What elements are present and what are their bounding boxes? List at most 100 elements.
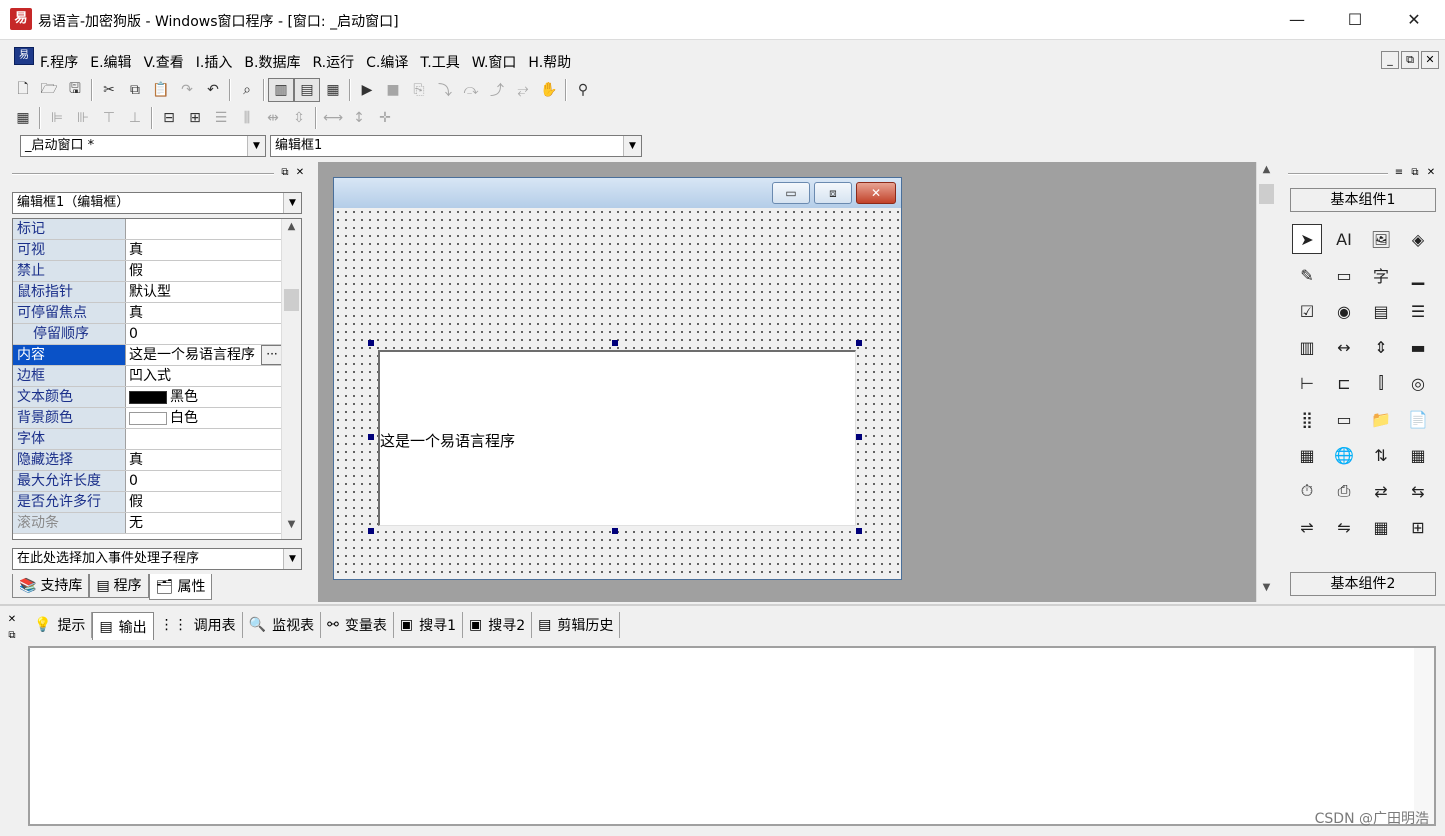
- chevron-down-icon[interactable]: ▼: [623, 136, 641, 156]
- save-icon[interactable]: 🖫: [62, 78, 88, 102]
- resize-handle[interactable]: [368, 528, 374, 534]
- step-into-icon[interactable]: ⤵: [432, 78, 458, 102]
- mdi-restore-button[interactable]: ⧉: [1401, 51, 1419, 69]
- client-icon[interactable]: ⇄: [1366, 476, 1396, 506]
- scroll-up-icon[interactable]: ▲: [1257, 164, 1276, 182]
- height-icon[interactable]: ↕: [346, 106, 372, 130]
- color-icon[interactable]: ▦: [1292, 440, 1322, 470]
- editbox-component[interactable]: 这是一个易语言程序: [378, 350, 856, 526]
- resize-handle[interactable]: [612, 528, 618, 534]
- step-out-icon[interactable]: ⤴: [484, 78, 510, 102]
- property-row[interactable]: 背景颜色 白色: [13, 408, 283, 429]
- property-value[interactable]: 假: [129, 261, 281, 281]
- chevron-down-icon[interactable]: ▼: [283, 193, 301, 213]
- vscroll-icon[interactable]: ⇕: [1366, 332, 1396, 362]
- progress-icon[interactable]: ▬: [1403, 332, 1433, 362]
- size-icon[interactable]: ✛: [372, 106, 398, 130]
- property-row[interactable]: 停留顺序 0: [13, 324, 283, 345]
- server-icon[interactable]: ⇆: [1403, 476, 1433, 506]
- globe-icon[interactable]: 🌐: [1329, 440, 1359, 470]
- tab-program[interactable]: ▤ 程序: [89, 574, 149, 598]
- design-scrollbar[interactable]: ▲ ▼: [1256, 162, 1276, 602]
- maximize-button[interactable]: ☐: [1326, 0, 1384, 40]
- panel-grip[interactable]: [1288, 173, 1388, 175]
- property-value[interactable]: 无: [129, 513, 281, 533]
- tab-output[interactable]: ▤ 输出: [92, 612, 154, 640]
- tab-watch[interactable]: 🔍 监视表: [243, 612, 322, 638]
- groupbox-icon[interactable]: ▭: [1329, 260, 1359, 290]
- output-text-area[interactable]: [28, 646, 1436, 826]
- property-row[interactable]: 最大允许长度 0: [13, 471, 283, 492]
- run-icon[interactable]: ▶: [354, 78, 380, 102]
- property-value[interactable]: 真: [129, 303, 281, 323]
- menu-tools[interactable]: T.工具: [420, 52, 459, 72]
- port-icon[interactable]: ⇌: [1292, 512, 1322, 542]
- split-icon[interactable]: ⊞: [1403, 512, 1433, 542]
- panel-close-icon[interactable]: ✕: [293, 166, 307, 180]
- resize-handle[interactable]: [612, 340, 618, 346]
- panel-restore-icon[interactable]: ⧉: [1408, 166, 1422, 180]
- property-value[interactable]: 默认型: [129, 282, 281, 302]
- undo-icon[interactable]: ↶: [200, 78, 226, 102]
- panel-close-icon[interactable]: ✕: [1424, 166, 1438, 180]
- step-icon[interactable]: ⎘: [406, 78, 432, 102]
- scroll-thumb[interactable]: [1259, 184, 1274, 204]
- tab-hint[interactable]: 💡 提示: [28, 612, 93, 638]
- same-width-icon[interactable]: ⇹: [260, 106, 286, 130]
- property-value[interactable]: [129, 429, 281, 449]
- same-height-icon[interactable]: ⇳: [286, 106, 312, 130]
- scroll-down-icon[interactable]: ▼: [1257, 582, 1276, 600]
- center-horizontal-icon[interactable]: ⊟: [156, 106, 182, 130]
- cut-icon[interactable]: ✂: [96, 78, 122, 102]
- menu-help[interactable]: H.帮助: [528, 52, 571, 72]
- close-button[interactable]: ✕: [1385, 0, 1443, 40]
- checkbox-icon[interactable]: ☑: [1292, 296, 1322, 326]
- pane-restore-icon[interactable]: ⧉: [6, 630, 18, 642]
- property-value[interactable]: 假: [129, 492, 281, 512]
- mdi-minimize-button[interactable]: _: [1381, 51, 1399, 69]
- list-icon[interactable]: ▥: [1292, 332, 1322, 362]
- layout-left-icon[interactable]: ▥: [268, 78, 294, 102]
- property-row[interactable]: 文本颜色 黑色: [13, 387, 283, 408]
- resize-handle[interactable]: [856, 434, 862, 440]
- open-folder-icon[interactable]: 🗁: [36, 78, 62, 102]
- scroll-up-icon[interactable]: ▲: [282, 221, 301, 239]
- printer-icon[interactable]: ⎙: [1329, 476, 1359, 506]
- shape-icon[interactable]: ◈: [1403, 224, 1433, 254]
- chevron-down-icon[interactable]: ▼: [283, 549, 301, 569]
- basic-components-2-button[interactable]: 基本组件2: [1290, 572, 1436, 596]
- event-combo[interactable]: 在此处选择加入事件处理子程序 ▼: [12, 548, 302, 570]
- editbox-icon[interactable]: ✎: [1292, 260, 1322, 290]
- radio-icon[interactable]: ◉: [1329, 296, 1359, 326]
- hand-icon[interactable]: ✋: [536, 78, 562, 102]
- tab-support-library[interactable]: 📚 支持库: [12, 574, 90, 598]
- scroll-thumb[interactable]: [284, 289, 299, 311]
- slider-icon[interactable]: ⊢: [1292, 368, 1322, 398]
- calendar-icon[interactable]: ▦: [1403, 440, 1433, 470]
- property-row[interactable]: 滚动条 无: [13, 513, 283, 534]
- property-row[interactable]: 是否允许多行 假: [13, 492, 283, 513]
- design-form[interactable]: ▭ ⧈ ✕ 这是一个易语言程序: [333, 177, 902, 580]
- listbox-icon[interactable]: ☰: [1403, 296, 1433, 326]
- menu-view[interactable]: V.查看: [144, 52, 184, 72]
- resize-handle[interactable]: [856, 528, 862, 534]
- property-value[interactable]: 凹入式: [129, 366, 281, 386]
- tab-search1[interactable]: ▣ 搜寻1: [394, 612, 463, 638]
- chevron-down-icon[interactable]: ▼: [247, 136, 265, 156]
- ellipsis-button[interactable]: ···: [261, 345, 283, 365]
- hscroll-icon[interactable]: ↔: [1329, 332, 1359, 362]
- resize-handle[interactable]: [856, 340, 862, 346]
- copy-icon[interactable]: ⧉: [122, 78, 148, 102]
- mdi-child-icon[interactable]: 易: [14, 47, 34, 65]
- minimize-button[interactable]: —: [1268, 0, 1326, 40]
- property-value[interactable]: 0: [129, 471, 281, 491]
- resize-handle[interactable]: [368, 434, 374, 440]
- menu-insert[interactable]: I.插入: [196, 52, 233, 72]
- scroll-down-icon[interactable]: ▼: [282, 519, 301, 537]
- property-row[interactable]: 隐藏选择 真: [13, 450, 283, 471]
- form-close-button[interactable]: ✕: [856, 182, 896, 204]
- text-icon[interactable]: 字: [1366, 260, 1396, 290]
- property-value[interactable]: 真: [129, 240, 281, 260]
- table-icon[interactable]: ▦: [1366, 512, 1396, 542]
- grid-icon[interactable]: ⣿: [1292, 404, 1322, 434]
